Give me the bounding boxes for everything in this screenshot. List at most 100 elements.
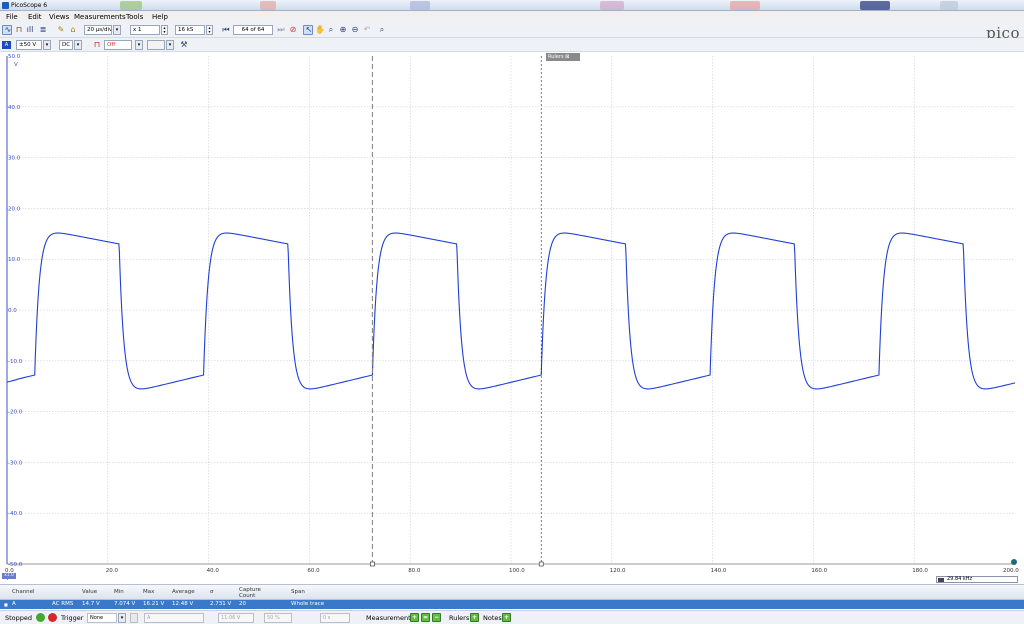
scope-mode-button[interactable]: ∿ xyxy=(2,25,12,35)
filter-value-field[interactable] xyxy=(147,40,165,50)
menu-tools[interactable]: Tools xyxy=(126,13,143,21)
cursor-icon: ↖ xyxy=(305,25,313,34)
buffer-navigator[interactable]: 64 of 64 xyxy=(233,25,273,35)
menu-edit[interactable]: Edit xyxy=(28,13,42,21)
cell-min: 7.074 V xyxy=(114,601,136,607)
home-button[interactable]: ⌂ xyxy=(67,25,77,35)
header-span: Span xyxy=(291,589,305,595)
filter-select[interactable]: Off xyxy=(104,40,132,50)
probe-button[interactable]: ✎ xyxy=(55,25,65,35)
y-tick-label: 0.0 xyxy=(8,308,17,314)
persistence-mode-button[interactable]: ⊓ xyxy=(13,25,23,35)
y-tick-label: 40.0 xyxy=(8,105,21,111)
signal-generator-button[interactable]: ⚒ xyxy=(178,40,188,50)
zoom-to-fit-button[interactable]: ⌕ xyxy=(376,25,386,35)
undo-zoom-button[interactable]: ↶ xyxy=(361,25,371,35)
channel-toolbar: A ±50 V ▾ DC ▾ ⊓ Off ▾ ▾ ⚒ xyxy=(0,38,1024,52)
zoom-tool-button[interactable]: ⌕ xyxy=(325,25,335,35)
notes-label: Notes xyxy=(483,614,502,622)
channel-a-badge[interactable]: A xyxy=(2,41,11,49)
window-title: PicoScope 6 xyxy=(11,2,48,9)
rulers-button[interactable]: + xyxy=(470,613,479,622)
axis-scale-tag[interactable]: x1.0 xyxy=(2,573,16,579)
samples-field[interactable]: 16 kS xyxy=(175,25,205,35)
chevron-down-icon: ▾ xyxy=(137,42,141,48)
zoom-field[interactable]: x 1 xyxy=(130,25,160,35)
close-icon[interactable]: ⊠ xyxy=(565,54,569,60)
rulers-label: Rulers xyxy=(449,614,470,622)
samples-stepper[interactable]: ▴ ▾ xyxy=(206,25,213,35)
ruler-label[interactable]: Rulers ⊠ xyxy=(546,53,580,61)
y-tick-label: -10.0 xyxy=(8,359,23,365)
hand-tool-button[interactable]: ✋ xyxy=(314,25,325,35)
trigger-pretrigger-field[interactable]: 50 % xyxy=(264,613,292,623)
menu-help[interactable]: Help xyxy=(152,13,168,21)
trigger-options-button[interactable]: ⊓ xyxy=(91,40,101,50)
trigger-mode-select[interactable]: None xyxy=(87,613,117,623)
filter-value-dropdown[interactable]: ▾ xyxy=(166,40,174,50)
trigger-delay-field[interactable]: 0 s xyxy=(320,613,350,623)
timebase-dropdown[interactable]: ▾ xyxy=(113,25,121,35)
add-measurement-button[interactable]: + xyxy=(410,613,419,622)
scope-graph[interactable]: 50.0 40.0 30.0 20.0 10.0 0.0 -10.0 -20.0 -30.0 -4… xyxy=(0,52,1024,584)
channel-options-button[interactable]: ≣ xyxy=(37,25,47,35)
header-capture-count: Capture Count xyxy=(239,587,261,599)
zoom-out-button[interactable]: ⊖ xyxy=(349,25,359,35)
header-average: Average xyxy=(172,589,195,595)
probe-icon: ✎ xyxy=(57,25,65,34)
trigger-source-select[interactable]: A xyxy=(144,613,204,623)
trigger-mode-dropdown[interactable]: ▾ xyxy=(118,613,126,623)
run-state-label: Stopped xyxy=(5,614,33,622)
stop-button[interactable] xyxy=(48,613,57,622)
spectrum-mode-button[interactable]: ıll xyxy=(24,25,34,35)
notes-button[interactable]: + xyxy=(502,613,511,622)
chevron-down-icon: ▾ xyxy=(45,42,49,48)
menu-views[interactable]: Views xyxy=(49,13,69,21)
zoom-stepper[interactable]: ▴ ▾ xyxy=(161,25,168,35)
ruler-label-text: Rulers xyxy=(548,54,564,60)
buffer-overview-button[interactable]: ⊘ xyxy=(287,25,297,35)
ruler-handle xyxy=(370,561,375,567)
chevron-down-icon: ▾ xyxy=(76,42,80,48)
header-channel: Channel xyxy=(12,589,35,595)
x-tick-label: 200.0 xyxy=(1003,568,1019,574)
cell-sigma: 2.731 V xyxy=(210,601,232,607)
coupling-dropdown[interactable]: ▾ xyxy=(74,40,82,50)
waveform-plot[interactable]: 50.0 40.0 30.0 20.0 10.0 0.0 -10.0 -20.0 -30.0 -4… xyxy=(0,52,1024,584)
x-tick-label: 100.0 xyxy=(509,568,525,574)
scope-wave-icon: ∿ xyxy=(4,25,12,34)
x-tick-label: 180.0 xyxy=(912,568,928,574)
y-tick-label: -40.0 xyxy=(8,511,23,517)
zoom-in-button[interactable]: ⊕ xyxy=(337,25,347,35)
coupling-select[interactable]: DC xyxy=(59,40,73,50)
x-tick-label: 160.0 xyxy=(811,568,827,574)
y-tick-label: 30.0 xyxy=(8,156,21,162)
table-row[interactable]: ■ A AC RMS 14.7 V 7.074 V 16.21 V 12.48 … xyxy=(0,600,1024,609)
range-select[interactable]: ±50 V xyxy=(16,40,42,50)
menu-measurements[interactable]: Measurements xyxy=(74,13,126,21)
next-buffer-button[interactable]: ⏭ xyxy=(275,25,285,35)
cell-span: Whole trace xyxy=(291,601,325,607)
header-min: Min xyxy=(114,589,124,595)
pulse-icon: ⊓ xyxy=(93,40,101,49)
start-button[interactable] xyxy=(36,613,45,622)
spin-icon: ▴ ▾ xyxy=(208,25,211,34)
edit-measurement-button[interactable]: = xyxy=(421,613,430,622)
range-dropdown[interactable]: ▾ xyxy=(43,40,51,50)
ruler-icon xyxy=(938,578,944,582)
y-tick-label: 20.0 xyxy=(8,206,21,212)
timebase-select[interactable]: 20 µs/div xyxy=(84,25,112,35)
header-max: Max xyxy=(143,589,155,595)
measurements-header: Channel Value Min Max Average σ Capture … xyxy=(0,585,1024,600)
select-tool-button[interactable]: ↖ xyxy=(303,25,313,35)
delete-measurement-button[interactable]: − xyxy=(432,613,441,622)
filter-dropdown[interactable]: ▾ xyxy=(135,40,143,50)
chevron-down-icon: ▾ xyxy=(115,27,119,33)
zoom-in-icon: ⊕ xyxy=(339,25,347,34)
menu-file[interactable]: File xyxy=(6,13,18,21)
first-buffer-button[interactable]: ⏮ xyxy=(220,25,230,35)
trigger-threshold-field[interactable]: 11.06 V xyxy=(218,613,254,623)
x-tick-label: 60.0 xyxy=(307,568,320,574)
channels-icon: ≣ xyxy=(39,25,47,34)
trigger-edge-button[interactable] xyxy=(130,613,138,623)
